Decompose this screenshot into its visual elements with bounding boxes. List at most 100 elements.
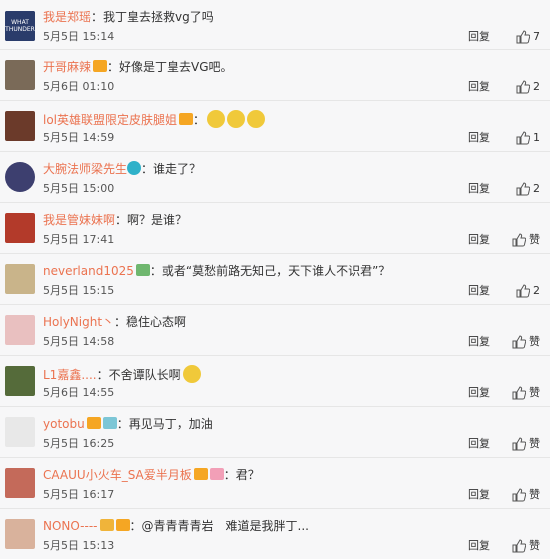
like-button[interactable]: 7 [516,29,540,45]
member-badge-icon [135,264,150,276]
like-button[interactable]: 赞 [512,538,540,554]
comment-date: 5月6日 14:55 [43,386,115,399]
reply-button[interactable]: 回复 [468,29,490,45]
comment-item: yotobu ：再见马丁，加油 5月5日 16:25 回复 赞 [0,407,550,458]
like-button[interactable]: 2 [516,181,540,197]
username-link[interactable]: 我是管妹妹啊 [43,213,115,227]
thumbs-up-icon [516,284,530,298]
username-link[interactable]: HolyNight丶 [43,315,114,329]
comment-item: L1嘉鑫....：不舍谭队长啊 5月6日 14:55 回复 赞 [0,356,550,407]
username-link[interactable]: CAAUU小火车_SA爱半月板 [43,468,192,482]
comment-content: ：好像是丁皇去VG吧。 [107,60,233,74]
avatar[interactable] [5,60,35,90]
like-button[interactable]: 1 [516,130,540,146]
comment-content: ：或者“莫愁前路无知己，天下谁人不识君”？ [149,264,391,278]
member-badge-icon [209,468,224,480]
comment-date: 5月5日 17:41 [43,233,115,246]
username-link[interactable]: NONO---- [43,519,98,533]
like-count: 7 [533,30,540,43]
thumbs-up-icon [516,131,530,145]
reply-button[interactable]: 回复 [468,283,490,299]
verified-eye-icon [127,161,142,175]
comment-date: 5月5日 14:59 [43,131,115,144]
avatar[interactable] [5,264,35,294]
thumbs-up-icon [516,80,530,94]
thumbs-up-icon [512,386,526,400]
username-link[interactable]: lol英雄联盟限定皮肤腿姐 [43,113,177,127]
comment-date: 5月5日 16:17 [43,488,115,501]
svg-text:WHAT: WHAT [11,19,29,26]
like-button[interactable]: 赞 [512,436,540,452]
comment-date: 5月5日 16:25 [43,437,115,450]
avatar[interactable]: WHAT THUNDER [5,11,35,41]
like-button[interactable]: 赞 [512,385,540,401]
username-link[interactable]: L1嘉鑫.... [43,368,97,382]
like-count: 赞 [529,233,540,246]
reply-button[interactable]: 回复 [468,436,490,452]
thumbs-up-icon [512,335,526,349]
like-count: 赞 [529,437,540,450]
username-link[interactable]: yotobu [43,417,85,431]
member-badge-icon [193,468,208,480]
username-link[interactable]: 开哥麻辣 [43,60,91,74]
avatar[interactable] [5,417,35,447]
comment-item: NONO---- ：@青青青青岩 难道是我胖丁... 5月5日 15:13 回复 … [0,509,550,559]
avatar[interactable] [5,315,35,345]
username-link[interactable]: neverland1025 [43,264,134,278]
avatar[interactable] [5,468,35,498]
avatar[interactable] [5,519,35,549]
avatar[interactable] [5,213,35,243]
thumbs-up-icon [512,539,526,553]
like-button[interactable]: 赞 [512,334,540,350]
like-button[interactable]: 赞 [512,232,540,248]
comment-text: L1嘉鑫....：不舍谭队长啊 [43,365,201,383]
reply-button[interactable]: 回复 [468,130,490,146]
like-button[interactable]: 2 [516,79,540,95]
comment-date: 5月5日 15:00 [43,182,115,195]
username-link[interactable]: 大腕法师梁先生 [43,162,127,176]
comment-text: lol英雄联盟限定皮肤腿姐 ： [43,110,266,128]
comment-content: ：稳住心态啊 [114,315,187,329]
reply-button[interactable]: 回复 [468,538,490,554]
comment-item: neverland1025 ：或者“莫愁前路无知己，天下谁人不识君”？ 5月5日 … [0,254,550,305]
like-button[interactable]: 2 [516,283,540,299]
comment-content: ：@青青青青岩 难道是我胖丁... [129,519,309,533]
comment-item: 开哥麻辣 ：好像是丁皇去VG吧。 5月6日 01:10 回复 2 [0,50,550,101]
vip-badge-icon [99,519,114,531]
like-button[interactable]: 赞 [512,487,540,503]
comment-text: 开哥麻辣 ：好像是丁皇去VG吧。 [43,59,233,75]
scared-emoji-icon [227,110,246,128]
like-count: 1 [533,131,540,144]
comment-text: yotobu ：再见马丁，加油 [43,416,213,432]
comment-text: CAAUU小火车_SA爱半月板 ：君？ [43,467,260,483]
reply-button[interactable]: 回复 [468,487,490,503]
reply-button[interactable]: 回复 [468,181,490,197]
thumbs-up-icon [512,488,526,502]
comment-text: NONO---- ：@青青青青岩 难道是我胖丁... [43,518,309,534]
comment-list: WHAT THUNDER 我是郑瑶：我丁皇去拯救vg了吗 5月5日 15:14 回… [0,0,550,559]
comment-content: ：我丁皇去拯救vg了吗 [91,10,214,24]
member-badge-icon [179,113,194,125]
avatar[interactable] [5,162,35,192]
comment-content: ：不舍谭队长啊 [96,368,181,382]
member-badge-icon [93,60,108,72]
comment-date: 5月5日 15:14 [43,30,115,43]
comment-content: ：再见马丁，加油 [116,417,213,431]
reply-button[interactable]: 回复 [468,79,490,95]
like-count: 2 [533,182,540,195]
like-count: 赞 [529,386,540,399]
comment-content: ：啊？是谁？ [115,213,188,227]
avatar[interactable] [5,366,35,396]
reply-button[interactable]: 回复 [468,385,490,401]
comment-item: WHAT THUNDER 我是郑瑶：我丁皇去拯救vg了吗 5月5日 15:14 回… [0,0,550,50]
comment-content: ： [193,113,206,127]
comment-content: ：君？ [223,468,260,482]
reply-button[interactable]: 回复 [468,232,490,248]
svg-text:THUNDER: THUNDER [5,26,35,33]
like-count: 赞 [529,539,540,552]
avatar[interactable] [5,111,35,141]
comment-text: HolyNight丶：稳住心态啊 [43,314,186,330]
comment-content: ：谁走了？ [141,162,202,176]
reply-button[interactable]: 回复 [468,334,490,350]
username-link[interactable]: 我是郑瑶 [43,10,91,24]
